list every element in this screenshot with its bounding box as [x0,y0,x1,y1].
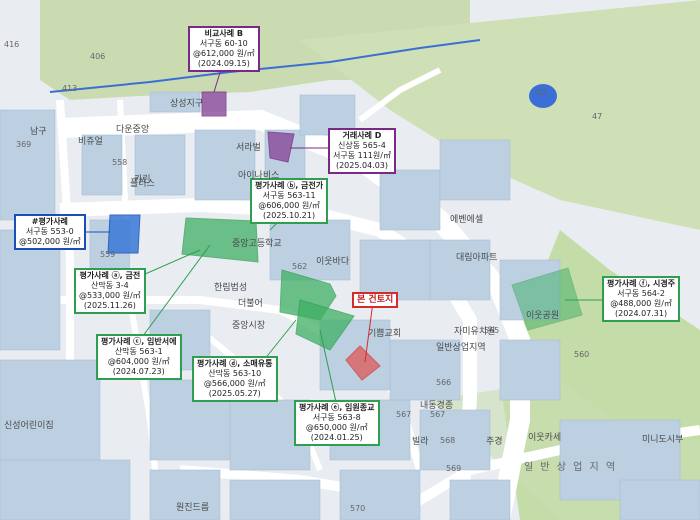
callout-price: @502,000 원/㎡ [19,237,81,246]
callout-date: (2025.04.03) [335,161,388,170]
place-label: 내동경종 [420,401,454,411]
callout-address: 산막동 563-10 [208,369,262,378]
lot-label: 42 [536,88,547,97]
lot-label: 416 [4,40,20,49]
place-label: 대림아파트 [456,253,498,263]
place-label: 남구 [30,127,47,137]
callout-price: @533,000 원/㎡ [79,291,141,300]
callout-green-f[interactable]: 평가사례 ⓕ, 시경주 서구동 564-2 @488,000 원/㎡ (2024… [602,276,681,322]
callout-title: 평가사례 ⓕ, 시경주 [607,279,676,288]
callout-title: 평가사례 ⓓ, 소매유통 [197,359,273,368]
lot-label: 570 [350,504,366,513]
place-label: 주경 [486,437,503,447]
place-label: 이웃카세 [528,433,562,443]
place-label: 빌라 [412,437,429,447]
callout-title: 평가사례 ⓔ, 임원종교 [299,403,375,412]
place-label: 기쁨교회 [368,329,402,339]
callout-date: (2024.09.15) [197,59,250,68]
place-label: 이웃바다 [316,257,350,267]
place-label: 이웃공원 [526,311,560,321]
callout-green-d[interactable]: 평가사례 ⓓ, 소매유통 산막동 563-10 @566,000 원/㎡ (20… [192,356,278,402]
place-label: 서라벌 [236,143,261,153]
callout-green-e[interactable]: 평가사례 ⓔ, 임원종교 서구동 563-8 @650,000 원/㎡ (202… [294,400,380,446]
place-label: 한림법성 [214,283,248,293]
lot-label: 568 [440,436,456,445]
lot-label: 567 [430,410,446,419]
callout-date: (2025.05.27) [208,389,261,398]
place-label: 중앙고등학교 [232,239,282,249]
callout-title: 거래사례 D [342,131,382,140]
lot-label: 567 [396,410,412,419]
place-label: 상성지구 [170,99,204,109]
callout-comparable-b[interactable]: 비교사례 B 서구동 60-10 @612,000 원/㎡ (2024.09.1… [188,26,260,72]
parcel-blue [107,214,141,254]
callout-address: 서구동 60-10 [199,39,248,48]
lot-label: 369 [16,140,32,149]
zone-label: 일 반 상 업 지 역 [524,462,618,473]
callout-green-b[interactable]: 평가사례 ⓑ, 금전가 서구동 563-11 @606,000 원/㎡ (202… [250,178,329,224]
place-label: 다운중앙 [116,125,150,135]
lot-label: 558 [112,158,128,167]
callout-address: 신상동 565-4 [338,141,386,150]
callout-address: 서구동 553-0 [25,227,74,236]
place-label: 일반상업지역 [436,343,486,353]
callout-price: 서구동 111원/㎡ [333,151,391,160]
place-label: 비쥬얼 [78,137,103,147]
callout-price: @650,000 원/㎡ [305,423,368,432]
callout-price: @606,000 원/㎡ [258,201,320,210]
callout-date: (2024.07.31) [615,309,668,318]
callout-title: 평가사례 ⓒ, 임반서에 [101,337,177,346]
callout-price: @566,000 원/㎡ [203,379,266,388]
callout-green-a[interactable]: 평가사례 ⓐ, 금전 산막동 3-4 @533,000 원/㎡ (2025.11… [74,268,146,314]
lot-label: 560 [574,350,590,359]
callout-title: 비교사례 B [204,29,243,38]
place-label: 자미유치원 [454,327,496,337]
lot-label: 47 [592,112,603,121]
place-label: 아이나비스 [238,171,280,181]
callout-date: (2025.10.21) [263,211,316,220]
map-canvas[interactable]: 비교사례 B 서구동 60-10 @612,000 원/㎡ (2024.09.1… [0,0,700,520]
callout-price: @612,000 원/㎡ [193,49,255,58]
callout-title: 본 건토지 [357,295,394,305]
lot-label: 559 [100,250,116,259]
callout-address: 서구동 564-2 [617,289,665,298]
callout-title: 평가사례 ⓐ, 금전 [79,271,141,280]
callout-blue-comparable[interactable]: #평가사례 서구동 553-0 @502,000 원/㎡ [14,214,86,250]
callout-price: @488,000 원/㎡ [610,299,672,308]
place-label: 미니도시부 [642,435,684,445]
place-label: 중앙시장 [232,321,266,331]
callout-title: 평가사례 ⓑ, 금전가 [255,181,324,190]
callout-address: 서구동 563-11 [262,191,316,200]
callout-title: #평가사례 [31,217,68,226]
parcel-purple-1 [201,91,227,117]
callout-address: 산막동 563-1 [114,347,163,356]
callout-date: (2025.11.26) [83,301,136,310]
place-label: 원진드름 [176,503,210,513]
callout-green-c[interactable]: 평가사례 ⓒ, 임반서에 산막동 563-1 @604,000 원/㎡ (202… [96,334,182,380]
lot-label: 569 [446,464,462,473]
place-label: 더불어 [238,299,263,309]
callout-transaction-d[interactable]: 거래사례 D 신상동 565-4 서구동 111원/㎡ (2025.04.03) [328,128,396,174]
place-label: 신성어린이집 [4,421,54,431]
callout-subject[interactable]: 본 건토지 [352,292,399,308]
place-label: 에벤에셀 [450,215,484,225]
callout-price: @604,000 원/㎡ [107,357,170,366]
callout-address: 서구동 563-8 [312,413,361,422]
lot-label: 406 [90,52,106,61]
place-label: 카린 [134,175,151,185]
lot-label: 562 [292,262,308,271]
callout-date: (2024.07.23) [112,367,165,376]
callout-address: 산막동 3-4 [90,281,129,290]
callout-date: (2024.01.25) [310,433,363,442]
lot-label: 413 [62,84,78,93]
lot-label: 566 [436,378,452,387]
